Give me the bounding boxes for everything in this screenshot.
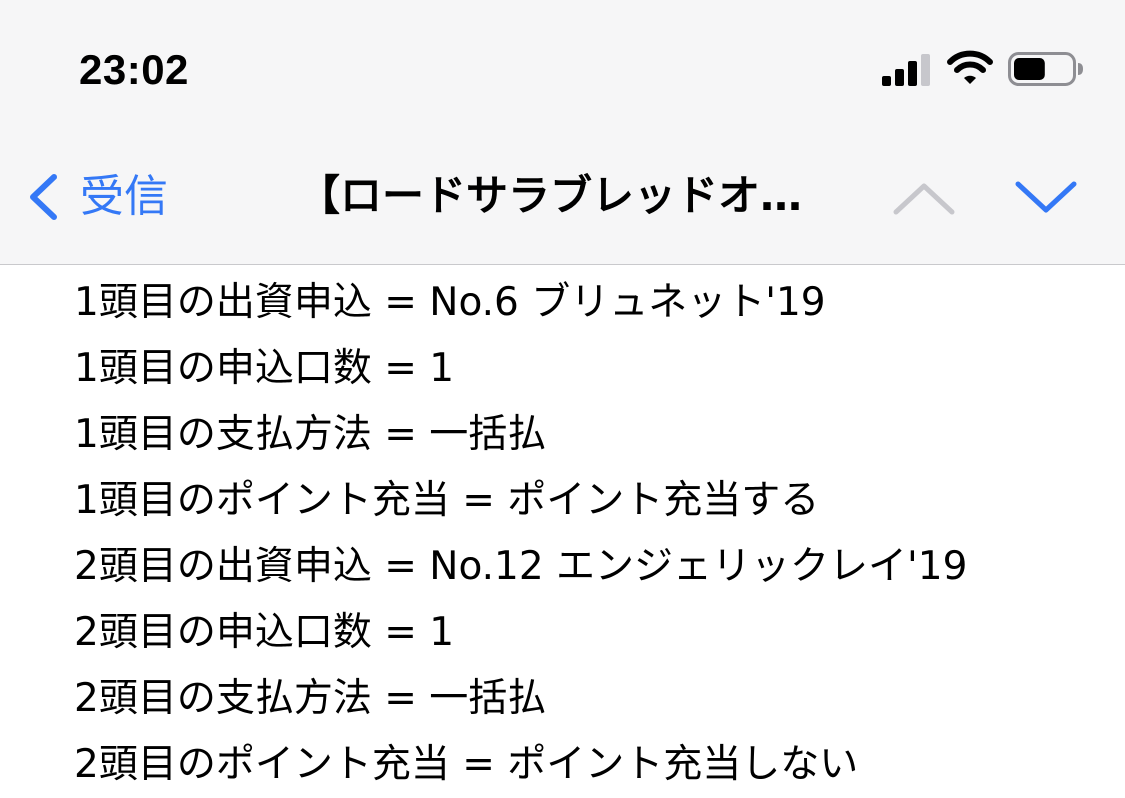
email-line: 2頭目の出資申込 = No.12 エンジェリックレイ'19 xyxy=(74,544,968,589)
email-body: 1頭目の出資申込 = No.6 ブリュネット'19 1頭目の申込口数 = 1 1… xyxy=(74,270,1114,798)
cellular-signal-icon xyxy=(882,54,930,86)
top-bar: 23:02 受信 【ロードサラブレッドオ… xyxy=(0,0,1125,265)
email-line: 2頭目のポイント充当 = ポイント充当しない xyxy=(74,742,859,787)
chevron-left-icon xyxy=(30,174,57,220)
chevron-down-icon[interactable] xyxy=(1012,174,1080,222)
email-line: 1頭目のポイント充当 = ポイント充当する xyxy=(74,478,820,523)
back-label: 受信 xyxy=(80,171,168,222)
battery-icon xyxy=(1008,52,1083,86)
back-button[interactable]: 受信 xyxy=(24,166,168,228)
chevron-up-icon[interactable] xyxy=(890,174,958,222)
wifi-icon xyxy=(947,50,993,84)
status-time: 23:02 xyxy=(79,46,189,93)
email-line: 1頭目の出資申込 = No.6 ブリュネット'19 xyxy=(74,280,826,325)
email-line: 2頭目の申込口数 = 1 xyxy=(74,610,455,655)
email-line: 1頭目の申込口数 = 1 xyxy=(74,346,455,391)
nav-title: 【ロードサラブレッドオ… xyxy=(298,171,803,220)
email-line: 1頭目の支払方法 = 一括払 xyxy=(74,412,547,457)
email-line: 2頭目の支払方法 = 一括払 xyxy=(74,676,547,721)
